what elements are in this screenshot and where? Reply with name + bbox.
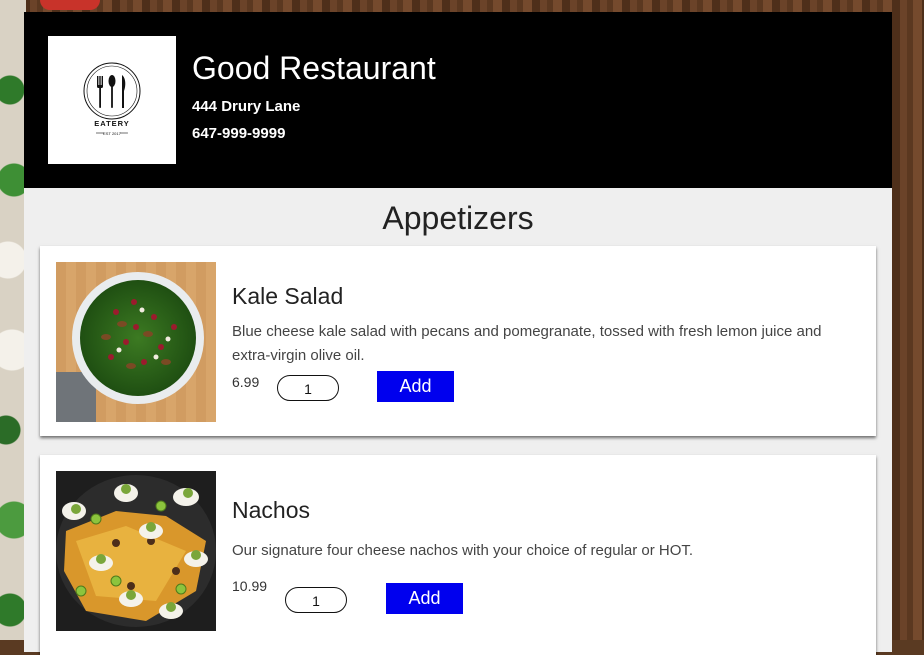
restaurant-header: EATERY EST 2017 Good Restaurant 444 Drur… [24, 12, 892, 188]
quantity-input[interactable]: 1 [277, 375, 339, 401]
menu-container: EATERY EST 2017 Good Restaurant 444 Drur… [24, 12, 892, 655]
quantity-input[interactable]: 1 [285, 587, 347, 613]
add-button[interactable]: Add [377, 371, 454, 402]
salad-background-edge [0, 0, 26, 640]
eatery-logo-icon: EATERY EST 2017 [83, 62, 141, 136]
nachos-photo [56, 471, 216, 631]
svg-text:EST 2017: EST 2017 [103, 131, 121, 136]
svg-text:EATERY: EATERY [94, 119, 130, 128]
restaurant-address: 444 Drury Lane [192, 98, 301, 115]
tomato-background-edge [40, 0, 100, 10]
item-price: 10.99 [232, 578, 268, 594]
menu-item-card: Nachos Our signature four cheese nachos … [40, 455, 876, 655]
menu-item-card: Kale Salad Blue cheese kale salad with p… [40, 246, 876, 436]
item-price: 6.99 [232, 374, 260, 390]
item-description: Blue cheese kale salad with pecans and p… [232, 323, 822, 364]
item-description: Our signature four cheese nachos with yo… [232, 542, 694, 559]
restaurant-phone: 647-999-9999 [192, 125, 286, 142]
item-name: Nachos [232, 497, 310, 523]
item-name: Kale Salad [232, 283, 344, 309]
add-button[interactable]: Add [386, 583, 463, 614]
restaurant-logo: EATERY EST 2017 [48, 36, 176, 164]
section-title: Appetizers [382, 200, 534, 236]
restaurant-name: Good Restaurant [192, 50, 436, 86]
kale-salad-photo [56, 262, 216, 422]
